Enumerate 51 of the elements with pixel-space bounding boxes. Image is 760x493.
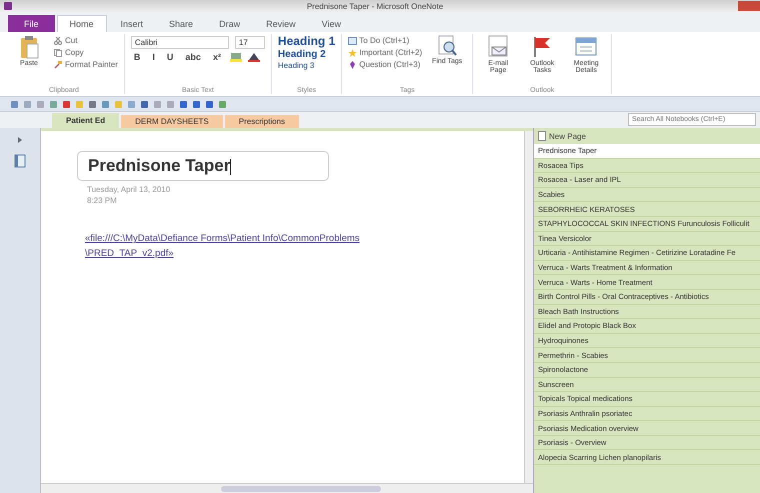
app-icon[interactable]	[4, 2, 12, 10]
vertical-scrollbar[interactable]	[524, 131, 533, 483]
file-link[interactable]: «file:///C:\MyData\Defiance Forms\Patient Info\CommonProblems	[85, 232, 360, 247]
paintbrush-icon	[54, 60, 63, 68]
new-page-icon	[538, 131, 546, 141]
notebook-icon[interactable]	[14, 154, 26, 168]
style-option[interactable]: Heading 1	[278, 34, 336, 48]
ribbon-tab[interactable]: View	[310, 15, 353, 32]
copy-button[interactable]: Copy	[54, 48, 118, 57]
highlight-icon[interactable]	[230, 52, 242, 62]
tag-option[interactable]: Question (Ctrl+3)	[348, 60, 422, 69]
checkbox-icon	[348, 36, 358, 44]
ribbon-tab[interactable]: Insert	[108, 15, 156, 32]
ribbon-tab[interactable]: Review	[254, 15, 308, 32]
scroll-thumb[interactable]	[221, 486, 381, 492]
format-painter-button[interactable]: Format Painter	[54, 60, 118, 69]
font-size-field[interactable]: 17	[234, 36, 265, 49]
page-title-field[interactable]: Prednisone Taper	[77, 151, 329, 181]
tag-option[interactable]: To Do (Ctrl+1)	[348, 36, 422, 45]
page-date: Tuesday, April 13, 2010	[87, 184, 172, 196]
style-option[interactable]: Heading 2	[278, 49, 336, 60]
text-cursor	[230, 158, 232, 175]
mail-page-icon	[486, 35, 510, 59]
section-tab[interactable]: Patient Ed	[52, 113, 120, 128]
tag-option[interactable]: Important (Ctrl+2)	[348, 48, 422, 57]
font-color-icon[interactable]	[248, 52, 260, 62]
font-field[interactable]: Calibri	[130, 36, 229, 49]
format-button[interactable]: B	[130, 52, 144, 62]
question-mark-icon	[348, 60, 358, 68]
ribbon-tab[interactable]: Home	[56, 15, 107, 32]
section-tab[interactable]: DERM DAYSHEETS	[121, 115, 223, 128]
copy-icon	[54, 48, 63, 56]
ribbon-tab[interactable]: Draw	[207, 15, 252, 32]
horizontal-scrollbar[interactable]	[41, 483, 533, 493]
file-link[interactable]: \PRED_TAP_v2.pdf»	[85, 246, 174, 261]
section-tab[interactable]: Prescriptions	[224, 115, 300, 128]
window-title: Prednisone Taper - Microsoft OneNote	[306, 2, 444, 10]
format-button[interactable]: abc	[182, 52, 204, 62]
scissors-icon	[54, 36, 63, 44]
magnifier-icon	[437, 35, 458, 57]
file-tab[interactable]: File	[8, 15, 55, 32]
cut-button[interactable]: Cut	[54, 36, 118, 45]
page-time: 8:23 PM	[87, 195, 118, 206]
clipboard-icon	[19, 35, 39, 59]
format-button[interactable]: U	[164, 52, 176, 62]
format-button[interactable]: I	[149, 52, 158, 62]
star-icon	[348, 48, 358, 56]
style-option[interactable]: Heading 3	[278, 61, 336, 70]
format-button[interactable]: x²	[210, 52, 224, 62]
expand-arrow-icon[interactable]	[16, 136, 24, 144]
ribbon-tab[interactable]: Share	[157, 15, 206, 32]
